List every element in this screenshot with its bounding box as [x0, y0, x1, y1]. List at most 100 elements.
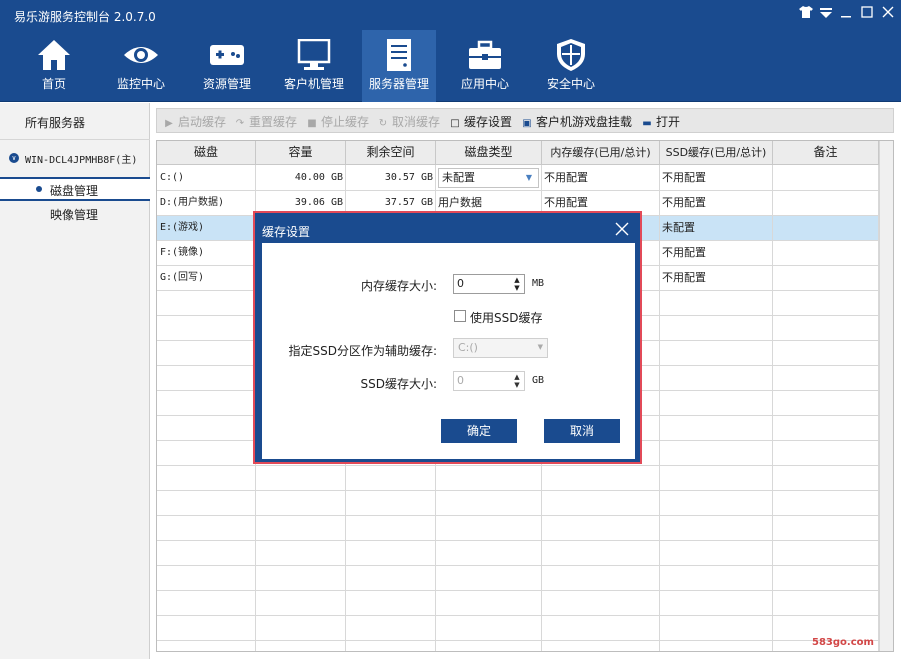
square-icon: □ [450, 118, 460, 129]
grid-line [772, 165, 773, 651]
server-node[interactable]: ∨ WIN-DCL4JPMHB8F(主) [0, 143, 150, 171]
nav-monitor-center[interactable]: 监控中心 [106, 30, 176, 102]
use-ssd-cache-label: 使用SSD缓存 [470, 311, 543, 325]
table-cell[interactable]: 不用配置 [662, 241, 770, 265]
disk-icon: ▣ [522, 118, 532, 129]
button-label: 客户机游戏盘挂载 [536, 115, 633, 129]
grid-line [157, 640, 879, 641]
minimize-icon[interactable] [837, 6, 855, 24]
nav-resource-management[interactable]: 资源管理 [192, 30, 262, 102]
button-label: 缓存设置 [464, 115, 513, 129]
grid-line [157, 565, 879, 566]
table-cell[interactable]: F:(镜像) [160, 241, 254, 265]
client-game-disk-mount-button[interactable]: ▣ 客户机游戏盘挂载 [521, 113, 632, 130]
column-header-disk[interactable]: 磁盘 [157, 141, 256, 165]
disk-type-dropdown[interactable]: 未配置 ▼ [438, 168, 539, 188]
server-name: WIN-DCL4JPMHB8F(主) [25, 155, 138, 166]
reset-icon: ↷ [235, 118, 245, 129]
grid-line [157, 490, 879, 491]
column-header-free-space[interactable]: 剩余空间 [346, 141, 436, 165]
stop-icon: ■ [307, 118, 317, 129]
nav-app-center[interactable]: 应用中心 [450, 30, 520, 102]
nav-label: 应用中心 [460, 77, 509, 91]
close-icon[interactable] [879, 6, 897, 24]
nav-server-management[interactable]: 服务器管理 [362, 30, 436, 102]
sidebar-item-image-management[interactable]: 映像管理 [0, 201, 150, 225]
table-cell[interactable]: 不用配置 [662, 266, 770, 290]
eye-icon [123, 39, 159, 71]
table-cell[interactable]: 30.57 GB [347, 166, 433, 190]
dropdown-value: 未配置 [442, 171, 475, 184]
table-cell[interactable]: E:(游戏) [160, 216, 254, 240]
dialog-title: 缓存设置 [262, 225, 311, 239]
table-cell[interactable]: D:(用户数据) [160, 191, 254, 215]
cancel-button[interactable]: 取消 [544, 419, 620, 443]
memory-cache-unit: MB [532, 278, 545, 289]
use-ssd-cache-checkbox[interactable] [454, 310, 466, 322]
button-label: 启动缓存 [178, 115, 227, 129]
title-bar: 易乐游服务控制台 2.0.7.0 [0, 0, 901, 30]
spinner-arrows-icon[interactable]: ▲ ▼ [512, 276, 522, 292]
dropdown-icon[interactable] [817, 6, 835, 24]
nav-label: 服务器管理 [368, 77, 429, 91]
watermark-text: 583go.com [812, 637, 874, 648]
column-header-memory-cache[interactable]: 内存缓存(已用/总计) [542, 141, 660, 165]
chevron-down-icon: ▼ [525, 173, 532, 182]
ssd-partition-select[interactable]: C:() ▼ [453, 338, 548, 358]
stop-cache-button[interactable]: ■ 停止缓存 [306, 113, 369, 130]
toolbox-icon [467, 39, 503, 71]
nav-label: 资源管理 [202, 77, 251, 91]
home-icon [36, 39, 72, 71]
folder-icon: ▬ [642, 118, 652, 129]
column-header-ssd-cache[interactable]: SSD缓存(已用/总计) [660, 141, 773, 165]
all-servers-item[interactable]: 所有服务器 [0, 103, 150, 140]
memory-cache-size-label: 内存缓存大小: [360, 279, 437, 293]
spinner-arrows-icon[interactable]: ▲ ▼ [512, 373, 522, 389]
grid-line [157, 515, 879, 516]
reset-cache-button[interactable]: ↷ 重置缓存 [234, 113, 297, 130]
shield-icon [553, 39, 589, 71]
server-sidebar: 所有服务器 ∨ WIN-DCL4JPMHB8F(主) 磁盘管理 映像管理 [0, 103, 150, 659]
ok-button[interactable]: 确定 [441, 419, 517, 443]
open-button[interactable]: ▬ 打开 [641, 113, 680, 130]
column-header-capacity[interactable]: 容量 [256, 141, 346, 165]
grid-line [157, 465, 879, 466]
cancel-cache-button[interactable]: ↻ 取消缓存 [377, 113, 440, 130]
table-cell[interactable]: G:(回写) [160, 266, 254, 290]
nav-label: 安全中心 [546, 77, 595, 91]
column-header-disk-type[interactable]: 磁盘类型 [436, 141, 542, 165]
vertical-scrollbar[interactable] [879, 141, 893, 651]
table-cell[interactable]: 未配置 [662, 216, 770, 240]
nav-home[interactable]: 首页 [22, 30, 86, 102]
gamepad-icon [209, 39, 245, 71]
column-header-note[interactable]: 备注 [773, 141, 879, 165]
disk-toolbar: ▶ 启动缓存 ↷ 重置缓存 ■ 停止缓存 ↻ 取消缓存 □ 缓存设置 ▣ 客户机游戏盘挂载 … [156, 108, 894, 133]
table-cell[interactable]: 40.00 GB [257, 166, 343, 190]
table-cell[interactable]: 不用配置 [544, 166, 656, 190]
start-cache-button[interactable]: ▶ 启动缓存 [163, 113, 226, 130]
server-icon [381, 39, 417, 71]
ssd-cache-size-label: SSD缓存大小: [360, 377, 437, 391]
cache-settings-dialog: 缓存设置 内存缓存大小: 0 ▲ ▼ MB 使用SSD缓存 指定SSD分区作为辅助… [253, 211, 642, 464]
table-cell[interactable]: C:() [160, 166, 254, 190]
button-label: 停止缓存 [321, 115, 370, 129]
nav-client-management[interactable]: 客户机管理 [276, 30, 352, 102]
sidebar-item-disk-management[interactable]: 磁盘管理 [0, 177, 150, 201]
close-icon[interactable] [610, 218, 634, 240]
memory-cache-size-spinner[interactable]: 0 ▲ ▼ [453, 274, 525, 294]
app-title: 易乐游服务控制台 2.0.7.0 [14, 10, 156, 24]
table-cell[interactable]: 不用配置 [662, 191, 770, 215]
cache-settings-button[interactable]: □ 缓存设置 [449, 113, 512, 130]
button-label: 打开 [656, 115, 681, 129]
grid-line [157, 615, 879, 616]
expand-icon[interactable]: ∨ [9, 153, 19, 163]
button-label: 取消缓存 [392, 115, 441, 129]
shirt-icon[interactable] [797, 6, 815, 24]
dialog-body: 内存缓存大小: 0 ▲ ▼ MB 使用SSD缓存 指定SSD分区作为辅助缓存: C… [262, 243, 635, 459]
ssd-cache-size-spinner[interactable]: 0 ▲ ▼ [453, 371, 525, 391]
ssd-cache-unit: GB [532, 375, 545, 386]
nav-label: 首页 [41, 77, 66, 91]
nav-security-center[interactable]: 安全中心 [536, 30, 606, 102]
table-cell[interactable]: 不用配置 [662, 166, 770, 190]
maximize-icon[interactable] [858, 6, 876, 24]
